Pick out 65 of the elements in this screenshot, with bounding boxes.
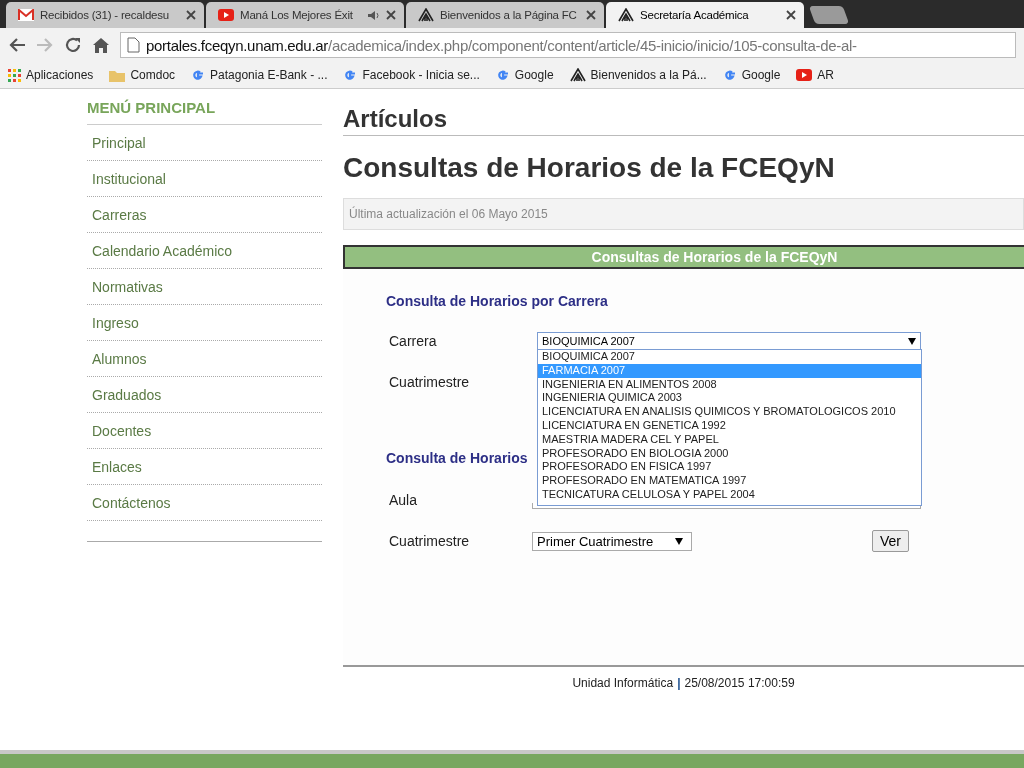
bookmark-link[interactable]: Google (514, 68, 554, 82)
footer-unit: Unidad Informática (572, 676, 674, 690)
bookmark-link[interactable]: AR (817, 68, 834, 82)
menu-link[interactable]: Enlaces (87, 449, 322, 485)
field-label: Aula (389, 492, 419, 508)
grid-icon (8, 68, 21, 82)
g-logo-icon (495, 68, 510, 82)
arch-logo-icon (569, 68, 586, 82)
aula-select[interactable] (532, 503, 921, 509)
bookmark-link[interactable]: Patagonia E-Bank - ... (210, 68, 328, 82)
panel-header: Consultas de Horarios de la FCEQyN (343, 245, 1024, 269)
browser-tab[interactable]: Recibidos (31) - recaldesu (6, 2, 204, 28)
menu-link[interactable]: Ingreso (87, 305, 322, 341)
menu-link[interactable]: Carreras (87, 197, 322, 233)
field-label: Cuatrimestre (389, 533, 471, 549)
field-label: Carrera (389, 333, 438, 349)
bookmark-link[interactable]: Aplicaciones (26, 68, 94, 82)
menu-link[interactable]: Normativas (87, 269, 322, 305)
menu-link[interactable]: Calendario Académico (87, 233, 322, 269)
section-heading: Artículos (343, 105, 1024, 136)
bookmark-link[interactable]: Comdoc (130, 68, 176, 82)
caret-icon (675, 537, 683, 545)
browser-tab[interactable]: Maná Los Mejores Éxit (206, 2, 404, 28)
footer-timestamp: 25/08/2015 17:00:59 (684, 676, 795, 690)
url-host: portales.fceqyn.unam.edu.ar (146, 36, 328, 54)
address-bar[interactable]: portales.fceqyn.unam.edu.ar/academica/index.php/component/content/article/45-inicio/inicio/105-consulta-de-al- (120, 32, 1016, 58)
last-updated: Última actualización el 06 Mayo 2015 (343, 198, 1024, 230)
play-icon (218, 9, 234, 21)
bookmark-link[interactable]: Google (741, 68, 781, 82)
reload-icon[interactable] (64, 36, 82, 54)
arch-logo-icon (418, 8, 434, 22)
form-heading: Consulta de Horarios por Carrera (386, 293, 608, 309)
new-tab-button[interactable] (808, 6, 850, 24)
back-icon[interactable] (8, 37, 26, 53)
browser-tab[interactable]: Secretaría Académica (606, 2, 804, 28)
menu-link[interactable]: Contáctenos (87, 485, 322, 521)
bookmark-link[interactable]: Facebook - Inicia se... (362, 68, 480, 82)
form-heading: Consulta de Horarios (386, 450, 528, 466)
g-logo-icon (722, 68, 737, 82)
menu-link[interactable]: Alumnos (87, 341, 322, 377)
browser-tab[interactable]: Bienvenidos a la Página FC (406, 2, 604, 28)
cuatrimestre-select[interactable]: Primer Cuatrimestre (532, 531, 692, 551)
close-icon[interactable] (586, 10, 596, 20)
menu-link[interactable]: Docentes (87, 413, 322, 449)
url-path: /academica/index.php/component/content/article/45-inicio/inicio/105-consulta-de-al- (328, 36, 857, 54)
close-icon[interactable] (186, 10, 196, 20)
g-logo-icon (343, 68, 358, 82)
mail-icon (18, 9, 34, 21)
g-logo-icon (191, 68, 206, 82)
close-icon[interactable] (786, 10, 796, 20)
footer-separator: | (677, 676, 681, 690)
page-icon (127, 37, 140, 53)
bookmark-link[interactable]: Bienvenidos a la Pá... (590, 68, 707, 82)
ver-button[interactable]: Ver (872, 530, 909, 552)
field-label: Cuatrimestre (389, 374, 471, 390)
arch-logo-icon (618, 8, 634, 22)
article-title: Consultas de Horarios de la FCEQyN (343, 152, 836, 184)
menu-title: MENÚ PRINCIPAL (87, 99, 322, 125)
folder-icon (109, 68, 126, 82)
play-icon (796, 69, 813, 81)
menu-link[interactable]: Graduados (87, 377, 322, 413)
home-icon[interactable] (92, 36, 110, 54)
menu-link[interactable]: Principal (87, 125, 322, 161)
menu-link[interactable]: Institucional (87, 161, 322, 197)
close-icon[interactable] (386, 10, 396, 20)
